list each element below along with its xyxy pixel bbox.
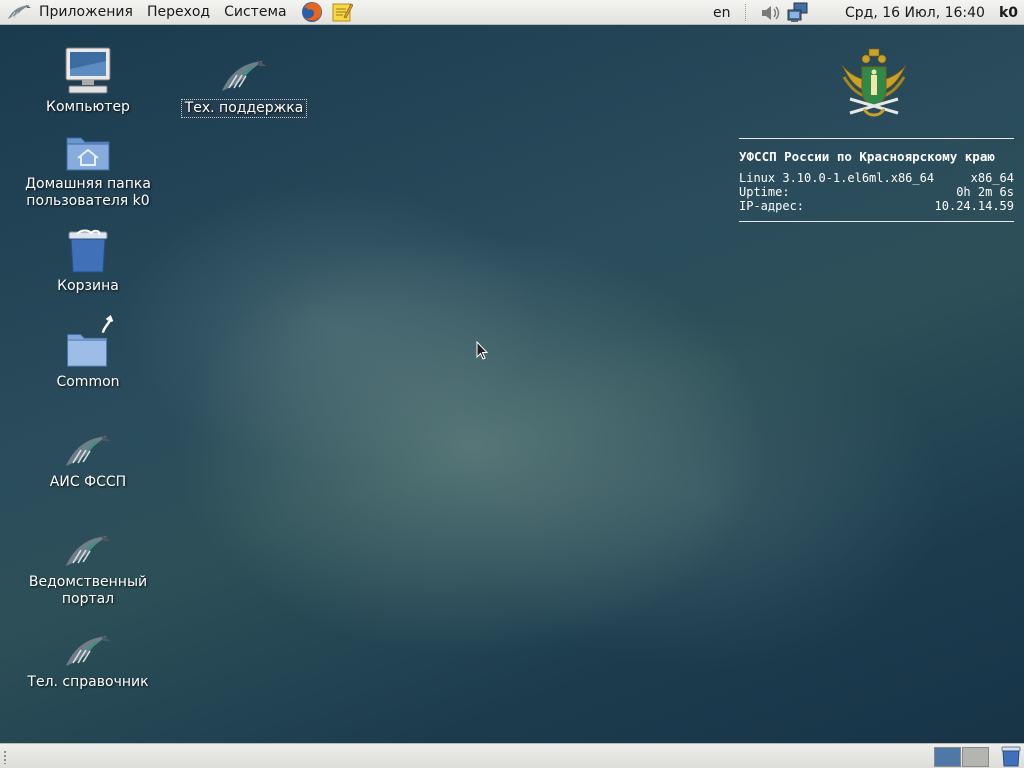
volume-icon[interactable] xyxy=(760,0,782,25)
arch-value: x86_64 xyxy=(970,171,1014,185)
desktop-icon-tech-support[interactable]: Тех. поддержка xyxy=(169,47,319,118)
icon-label: Корзина xyxy=(57,278,119,294)
mouse-cursor-icon xyxy=(476,340,489,365)
text-editor-icon[interactable] xyxy=(330,0,354,24)
desktop-icon-portal[interactable]: Ведомственный портал xyxy=(13,530,163,608)
desktop-icon-ais-fssp[interactable]: АИС ФССП xyxy=(13,430,163,491)
icon-label: Домашняя папка пользователя k0 xyxy=(25,176,151,209)
firefox-icon[interactable] xyxy=(300,0,324,24)
system-info-widget: УФССП России по Красноярскому краю Linux… xyxy=(739,138,1014,222)
panel-handle[interactable] xyxy=(3,750,7,764)
desktop-icon-phonebook[interactable]: Тел. справочник xyxy=(13,630,163,691)
icon-label: Тех. поддержка xyxy=(180,99,308,118)
user-menu[interactable]: k0 xyxy=(999,0,1018,25)
eagle-icon xyxy=(62,530,114,570)
eagle-icon xyxy=(218,47,270,95)
menu-system[interactable]: Система xyxy=(217,0,293,25)
uptime-label: Uptime: xyxy=(739,185,790,199)
kernel-value: Linux 3.10.0-1.el6ml.x86_64 xyxy=(739,171,935,185)
workspace-2[interactable] xyxy=(962,747,989,767)
bottom-panel xyxy=(0,743,1024,768)
eagle-icon xyxy=(62,430,114,470)
trash-applet-icon[interactable] xyxy=(1000,746,1022,767)
clock[interactable]: Срд, 16 Июл, 16:40 xyxy=(845,0,985,25)
ip-row: IP-адрес: 10.24.14.59 xyxy=(739,199,1014,213)
computer-icon xyxy=(62,47,114,95)
icon-label: Common xyxy=(56,374,120,390)
menu-applications[interactable]: Приложения xyxy=(32,0,140,25)
uptime-row: Uptime: 0h 2m 6s xyxy=(739,185,1014,199)
fssp-emblem-icon xyxy=(836,47,912,123)
network-icon[interactable] xyxy=(787,0,811,25)
icon-label: Ведомственный портал xyxy=(28,574,148,607)
home-folder-icon xyxy=(62,130,114,172)
kernel-row: Linux 3.10.0-1.el6ml.x86_64 x86_64 xyxy=(739,171,1014,185)
ip-label: IP-адрес: xyxy=(739,199,805,213)
trash-icon xyxy=(62,228,114,274)
keyboard-layout-indicator[interactable]: en xyxy=(713,0,731,25)
desktop-icon-home-folder[interactable]: Домашняя папка пользователя k0 xyxy=(13,130,163,210)
ip-value: 10.24.14.59 xyxy=(934,199,1014,213)
desktop-icon-common[interactable]: Common xyxy=(13,314,163,391)
desktop-icon-trash[interactable]: Корзина xyxy=(13,228,163,295)
top-panel: Приложения Переход Система en Срд, 16 Ию… xyxy=(0,0,1024,25)
icon-label: Компьютер xyxy=(46,99,130,115)
icon-label: АИС ФССП xyxy=(49,474,127,490)
folder-link-icon xyxy=(62,314,114,370)
icon-label: Тел. справочник xyxy=(27,674,149,690)
uptime-value: 0h 2m 6s xyxy=(956,185,1014,199)
eagle-logo-icon[interactable] xyxy=(6,1,32,23)
workspace-1[interactable] xyxy=(934,747,961,767)
panel-separator xyxy=(745,4,747,21)
menu-places[interactable]: Переход xyxy=(140,0,217,25)
desktop-icon-computer[interactable]: Компьютер xyxy=(13,47,163,116)
organization-title: УФССП России по Красноярскому краю xyxy=(739,149,995,164)
divider xyxy=(739,221,1014,222)
eagle-icon xyxy=(62,630,114,670)
